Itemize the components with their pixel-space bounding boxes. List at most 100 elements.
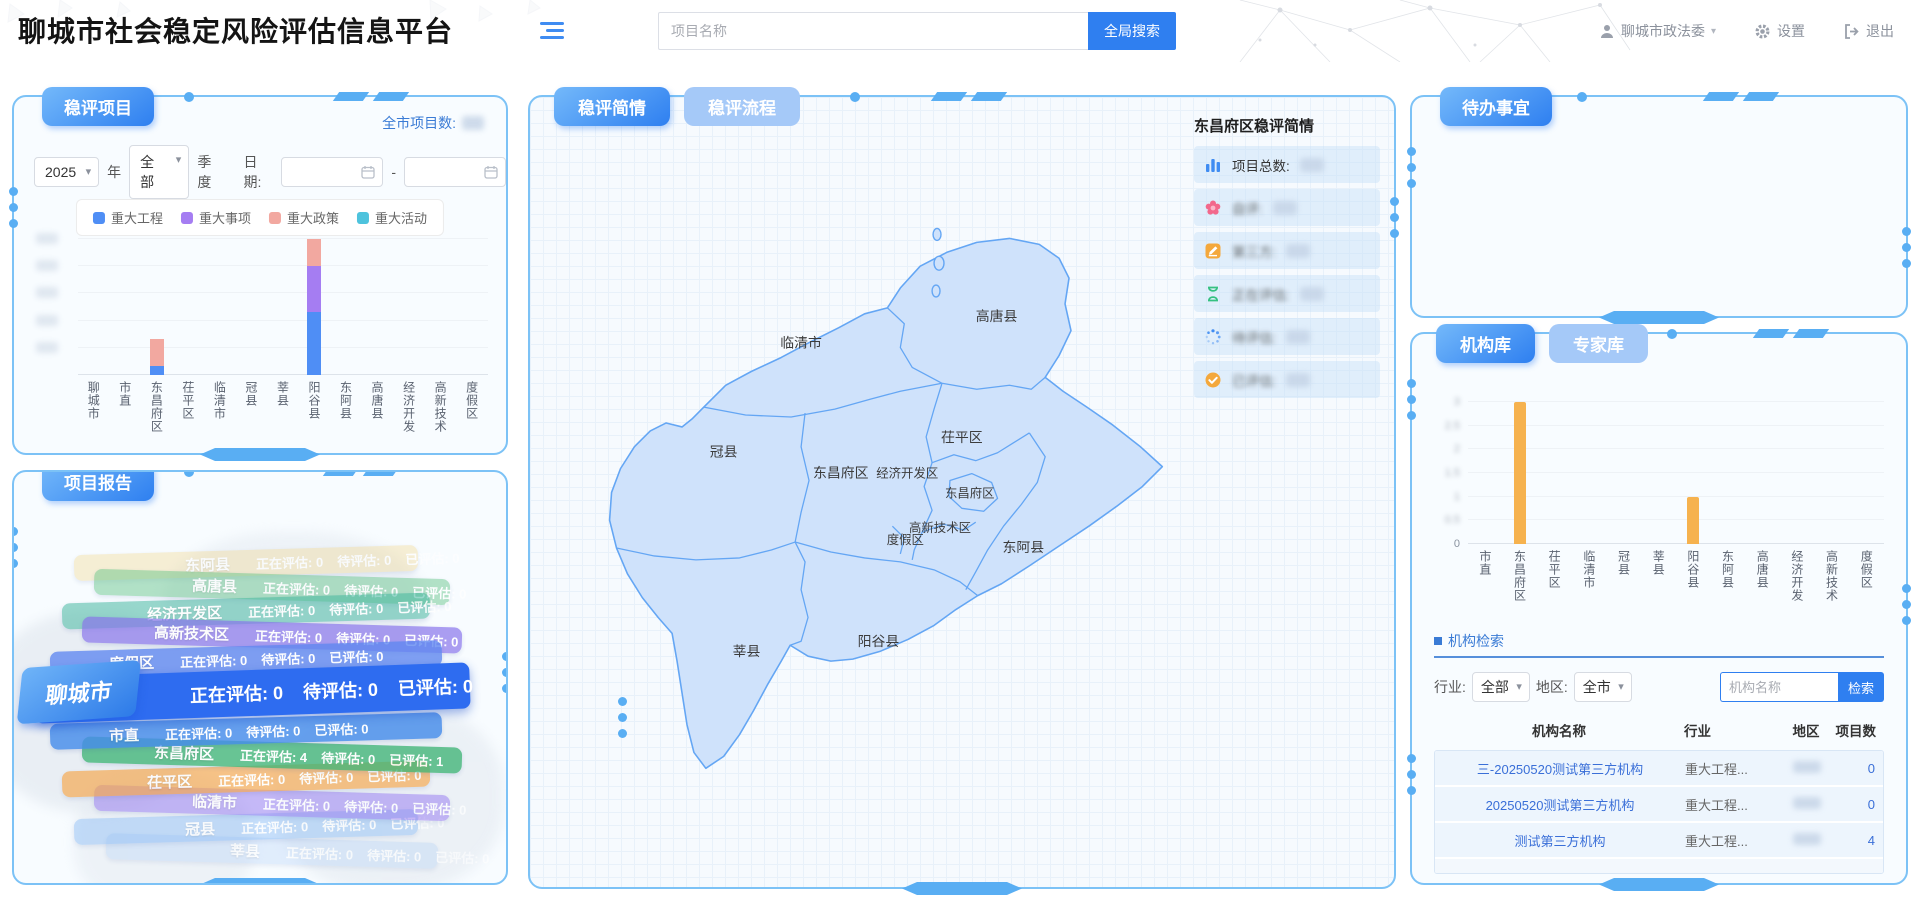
map-label-东阿县[interactable]: 东阿县 (1003, 539, 1045, 555)
square-bullet-icon (1434, 637, 1442, 645)
edit-icon (1204, 242, 1222, 260)
bar-segment[interactable] (307, 312, 321, 375)
divider (1434, 656, 1884, 658)
institutions-bar-chart: 00.511.522.53 (1468, 402, 1884, 544)
institution-name-link[interactable]: 三-20250520测试第三方机构 (1435, 759, 1685, 778)
panel-title-badge: 稳评项目 (42, 87, 154, 126)
map-label-度假区[interactable]: 度假区 (887, 532, 924, 547)
table-row: 三-20250520测试第三方机构重大工程...0 (1435, 751, 1883, 787)
logout-button[interactable]: 退出 (1843, 21, 1894, 41)
institution-name-link[interactable]: 测试第三方机构 (1435, 831, 1685, 850)
map-label-茌平区[interactable]: 茌平区 (941, 429, 983, 445)
overlay-stat-row: 已评估: (1194, 361, 1380, 398)
legend-item[interactable]: 重大活动 (357, 208, 427, 227)
map-label-临清市[interactable]: 临清市 (780, 335, 822, 351)
x-axis-label: 市直 (1468, 550, 1503, 628)
redacted-y-tick (36, 287, 58, 298)
region-name: 市直 (109, 724, 140, 746)
legend-swatch (357, 212, 369, 224)
chart-category-column (299, 239, 331, 375)
calendar-icon (361, 165, 375, 179)
x-axis-label: 阳谷县 (299, 381, 331, 451)
chart-category-column (267, 239, 299, 375)
x-axis-label: 经济开发 (1780, 550, 1815, 628)
settings-button[interactable]: 设置 (1754, 21, 1805, 41)
redacted-value (1286, 330, 1310, 344)
institution-project-count[interactable]: 4 (1833, 833, 1883, 848)
bar-stack[interactable] (150, 339, 164, 375)
bar-segment[interactable] (150, 366, 164, 375)
chart-category-column (1745, 402, 1780, 544)
network-art-decoration (1220, 0, 1640, 62)
industry-select[interactable]: 全部 (1472, 672, 1530, 702)
map-label-莘县[interactable]: 莘县 (733, 643, 761, 659)
bar[interactable] (1687, 497, 1699, 544)
panel-institutions: 机构库 专家库 00.511.522.53 市直东昌府区茌平区临清市冠县莘县阳谷… (1410, 332, 1908, 885)
bar-segment[interactable] (307, 266, 321, 311)
x-axis-label: 临清市 (204, 381, 236, 451)
institution-table: 机构名称 行业 地区 项目数 三-20250520测试第三方机构重大工程...0… (1434, 716, 1884, 874)
region-stats: 正在评估: 0待评估: 0已评估: 0 (190, 672, 474, 708)
year-select[interactable]: 2025 (34, 157, 99, 187)
menu-icon[interactable] (540, 22, 566, 42)
calendar-icon (484, 165, 498, 179)
institution-project-count[interactable]: 0 (1833, 761, 1883, 776)
logout-label: 退出 (1866, 21, 1894, 41)
bar-segment[interactable] (150, 339, 164, 366)
bar[interactable] (1514, 402, 1526, 544)
region-stats: 正在评估: 0待评估: 0已评估: 0 (165, 718, 369, 743)
map-label-东昌府区[interactable]: 东昌府区 (813, 465, 869, 481)
date-end-input[interactable] (404, 157, 506, 187)
institution-name-link[interactable]: 20250520测试第三方机构 (1435, 795, 1685, 814)
chart-category-column (1780, 402, 1815, 544)
tab-assessment-brief[interactable]: 稳评简情 (554, 87, 670, 126)
user-menu[interactable]: 聊城市政法委 ▾ (1599, 21, 1716, 41)
legend-item[interactable]: 重大工程 (93, 208, 163, 227)
overlay-stat-row: 正在评估: (1194, 275, 1380, 312)
projects-bar-chart (78, 239, 488, 375)
liaocheng-district-map[interactable]: 临清市高唐县冠县茌平区东昌府区经济开发区东昌府区高新技术区度假区东阿县莘县阳谷县 (555, 192, 1200, 777)
chart-category-column (1503, 402, 1538, 544)
district-brief-overlay: 东昌府区稳评简情 项目总数:自评:第三方:正在评估:待评估:已评估: (1194, 115, 1380, 404)
legend-item[interactable]: 重大事项 (181, 208, 251, 227)
bar-stack[interactable] (307, 239, 321, 375)
overlay-stat-row: 待评估: (1194, 318, 1380, 355)
x-axis-label: 茌平区 (1537, 550, 1572, 628)
redacted-y-tick (36, 342, 58, 353)
map-label-东昌府区[interactable]: 东昌府区 (945, 485, 995, 500)
quarter-select[interactable]: 全部 (129, 145, 189, 199)
global-search-button[interactable]: 全局搜索 (1088, 12, 1176, 50)
x-axis-label: 高新技术 (1815, 550, 1850, 628)
overlay-stat-row: 第三方: (1194, 232, 1380, 269)
map-label-经济开发区[interactable]: 经济开发区 (876, 466, 938, 481)
chart-category-column (1641, 402, 1676, 544)
region-stats: 正在评估: 0待评估: 0已评估: 0 (248, 595, 452, 620)
region-name: 莘县 (230, 839, 261, 861)
redacted-y-tick (36, 233, 58, 244)
area-select[interactable]: 全市 (1574, 672, 1632, 702)
date-start-input[interactable] (281, 157, 383, 187)
table-row: 测试第三方机构重大工程...4 (1435, 823, 1883, 859)
institution-name-input[interactable] (1720, 672, 1838, 702)
tab-expert-library[interactable]: 专家库 (1549, 324, 1648, 363)
legend-item[interactable]: 重大政策 (269, 208, 339, 227)
map-label-阳谷县[interactable]: 阳谷县 (858, 633, 900, 649)
tab-institution-library[interactable]: 机构库 (1436, 324, 1535, 363)
bar-segment[interactable] (307, 239, 321, 266)
y-axis-tick-label: 0.5 (1432, 514, 1460, 526)
map-label-高唐县[interactable]: 高唐县 (976, 308, 1018, 324)
region-stats: 正在评估: 4待评估: 0已评估: 1 (240, 745, 444, 770)
chart-category-column (393, 239, 425, 375)
institution-project-count[interactable]: 0 (1833, 797, 1883, 812)
map-label-冠县[interactable]: 冠县 (710, 444, 738, 460)
date-label: 日期: (244, 152, 274, 192)
tab-assessment-flow[interactable]: 稳评流程 (684, 87, 800, 126)
x-axis-label: 莘县 (1641, 550, 1676, 628)
global-search-input[interactable] (658, 12, 1088, 50)
chart-category-column (173, 239, 205, 375)
overlay-stat-label: 第三方: (1232, 241, 1276, 261)
legend-label: 重大工程 (111, 208, 163, 227)
institution-search-button[interactable]: 检索 (1838, 672, 1884, 702)
panel-assessment-projects: 稳评项目 全市项目数: 2025 年 全部 季度 日期: - 重大工程重大事项重… (12, 95, 508, 455)
table-header-row: 机构名称 行业 地区 项目数 (1434, 716, 1884, 750)
